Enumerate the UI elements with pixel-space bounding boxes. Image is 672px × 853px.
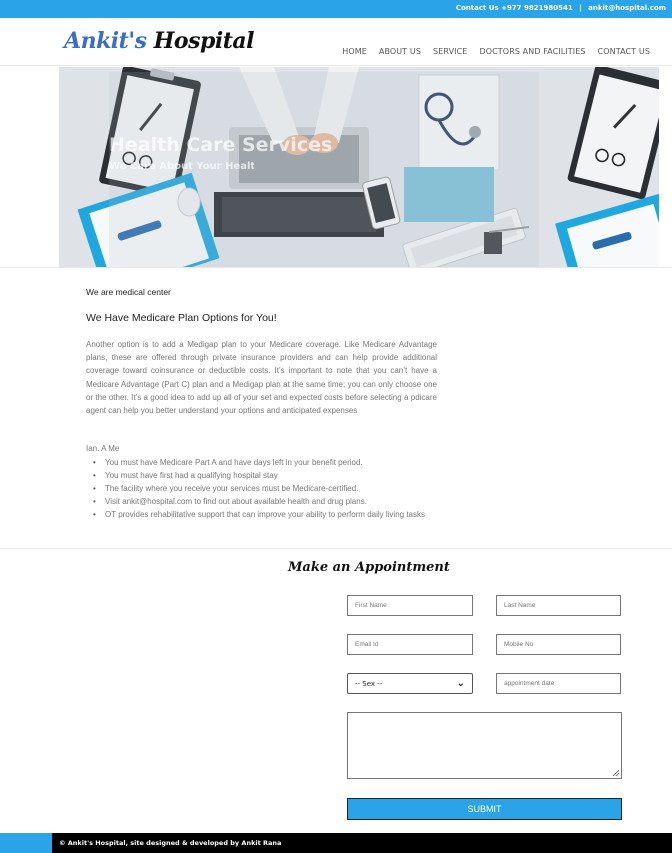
email-input[interactable] (347, 634, 473, 655)
nav-about-us[interactable]: ABOUT US (379, 47, 421, 56)
contact-email[interactable]: ankit@hospital.com (588, 4, 666, 12)
list-item: The facility where you receive your serv… (93, 482, 440, 495)
last-name-input[interactable] (496, 595, 621, 616)
contact-info: Contact Us +977 9821980541 | ankit@hospi… (456, 4, 666, 12)
section-heading: We Have Medicare Plan Options for You! (86, 312, 277, 324)
hero-subtitle: We Care About Your Health (109, 161, 254, 172)
main-nav: HOME ABOUT US SERVICE DOCTORS AND FACILI… (342, 47, 650, 56)
top-contact-bar: Contact Us +977 9821980541 | ankit@hospi… (0, 0, 672, 18)
section-divider (0, 267, 672, 268)
message-textarea[interactable] (347, 712, 622, 779)
medicare-paragraph: Another option is to add a Medigap plan … (86, 340, 437, 416)
site-footer: © Ankit's Hospital, site designed & deve… (0, 833, 672, 853)
first-name-input[interactable] (347, 595, 473, 616)
nav-home[interactable]: HOME (342, 47, 367, 56)
list-title: Ian. A Me (86, 444, 120, 453)
footer-copyright: © Ankit's Hospital, site designed & deve… (59, 839, 282, 847)
logo-name: Ankit's (64, 28, 147, 54)
resize-grip-icon[interactable] (612, 769, 620, 777)
section-divider (0, 548, 672, 549)
intro-text: We are medical center (86, 287, 171, 297)
list-item: Visit ankit@hospital.com to find out abo… (93, 495, 440, 508)
site-header: Ankit's Hospital HOME ABOUT US SERVICE D… (0, 18, 672, 66)
contact-separator: | (579, 4, 582, 12)
footer-accent (0, 833, 52, 853)
list-item: You must have first had a qualifying hos… (93, 469, 440, 482)
list-item: OT provides rehabilitative support that … (93, 508, 440, 521)
site-logo[interactable]: Ankit's Hospital (64, 28, 255, 54)
mobile-input[interactable] (496, 634, 621, 655)
submit-button[interactable]: SUBMIT (347, 798, 622, 820)
nav-contact-us[interactable]: CONTACT US (598, 47, 650, 56)
hero-banner: Health Care Services We Care About Your … (59, 67, 659, 267)
appointment-title: Make an Appointment (288, 560, 450, 575)
list-item: You must have Medicare Part A and have d… (93, 456, 440, 469)
contact-phone: Contact Us +977 9821980541 (455, 4, 573, 12)
requirements-list: You must have Medicare Part A and have d… (93, 456, 440, 521)
chevron-down-icon: ⌄ (456, 678, 465, 689)
hero-title: Health Care Services (109, 134, 333, 156)
appointment-date-input[interactable] (496, 673, 621, 694)
sex-select-value: -- Sex -- (355, 679, 383, 688)
logo-hospital: Hospital (153, 28, 255, 54)
nav-doctors-facilities[interactable]: DOCTORS AND FACILITIES (479, 47, 585, 56)
nav-service[interactable]: SERVICE (433, 47, 467, 56)
sex-select[interactable]: -- Sex -- ⌄ (347, 673, 473, 694)
